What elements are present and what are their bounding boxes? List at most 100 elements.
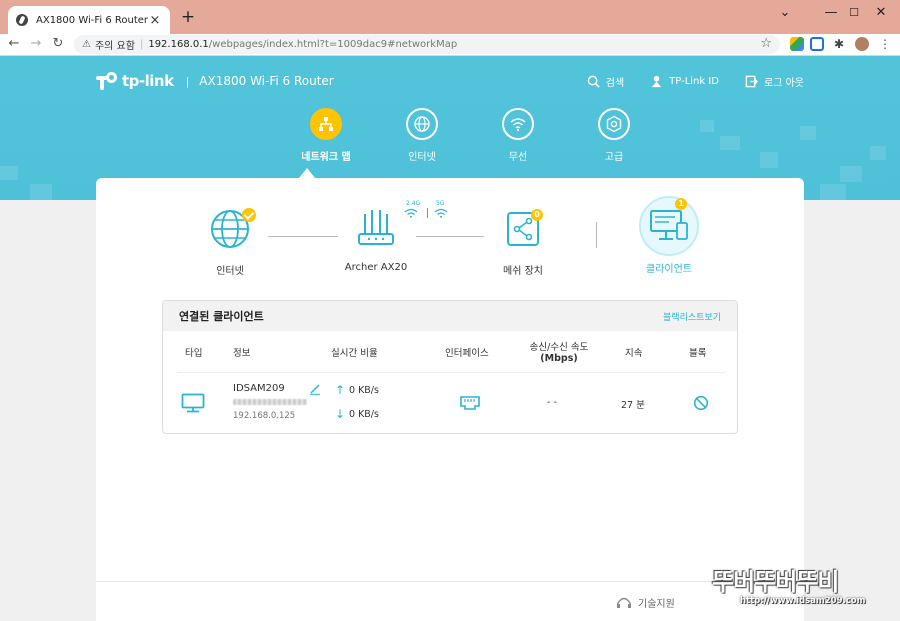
browser-tab-strip: AX1800 Wi-Fi 6 Router × + ⌄ — ☐ ✕ [0, 0, 900, 34]
band-separator [427, 208, 428, 218]
profile-avatar[interactable] [855, 37, 869, 51]
forward-icon[interactable]: → [26, 34, 46, 54]
table-header: 타입 정보 실시간 비율 인터페이스 송신/수신 속도 (Mbps) 지속 블록 [177, 341, 725, 373]
desktop-type-icon [181, 393, 205, 413]
support-link[interactable]: 기술지원 [616, 595, 675, 610]
search-link[interactable]: 검색 [587, 74, 624, 89]
mac-address-redacted [233, 399, 307, 405]
brand-separator: | [185, 74, 190, 88]
download-arrow-icon: ↓ [335, 407, 346, 421]
network-map-icon [310, 108, 342, 140]
address-bar[interactable]: ⚠ 주의 요함 | 192.168.0.1 /webpages/index.ht… [74, 35, 780, 54]
globe-icon [406, 108, 438, 140]
tab-close-icon[interactable]: × [148, 13, 162, 28]
watermark-text: 뚜버뚜버뚜비 [712, 568, 839, 596]
topology-mesh[interactable]: 0 메쉬 장치 [473, 208, 573, 277]
download-rate: 0 KB/s [349, 409, 379, 420]
omnibox-separator: | [139, 39, 144, 50]
mesh-label: 메쉬 장치 [503, 266, 543, 277]
browser-tab[interactable]: AX1800 Wi-Fi 6 Router × [8, 6, 170, 34]
band-5-label: 5G [436, 200, 445, 207]
logout-link[interactable]: 로그 아웃 [745, 74, 804, 89]
gear-icon [598, 108, 630, 140]
table-row: IDSAM209 192.168.0.125 ↑ 0 KB/s ↓ 0 KB/s… [163, 373, 737, 433]
col-rate: 실시간 비율 [331, 348, 378, 359]
logout-icon [745, 75, 759, 88]
upload-rate: 0 KB/s [349, 385, 379, 396]
bookmark-star-icon[interactable]: ☆ [760, 36, 772, 51]
topology-internet[interactable]: 인터넷 [180, 208, 280, 277]
url-host: 192.168.0.1 [148, 39, 209, 50]
tab-title: AX1800 Wi-Fi 6 Router [36, 14, 148, 26]
col-speed-unit: (Mbps) [540, 353, 578, 364]
tplink-id-label: TP-Link ID [669, 76, 720, 87]
col-interface: 인터페이스 [445, 348, 489, 359]
blacklist-link[interactable]: 블랙리스트보기 [663, 310, 721, 323]
tplink-id-link[interactable]: TP-Link ID [650, 74, 719, 89]
tab-search-icon[interactable]: ⌄ [762, 0, 808, 28]
divider-line [596, 222, 597, 248]
logout-label: 로그 아웃 [764, 78, 804, 89]
col-speed: 송신/수신 속도 (Mbps) [521, 339, 597, 364]
support-label: 기술지원 [638, 599, 675, 610]
close-window-button[interactable]: ✕ [858, 0, 900, 28]
topology-clients[interactable]: 1 클라이언트 [619, 196, 719, 275]
col-duration: 지속 [625, 348, 643, 359]
nav-advanced[interactable]: 고급 [566, 108, 662, 163]
nav-network-map[interactable]: 네트워크 맵 [278, 108, 374, 163]
security-warning-label[interactable]: 주의 요함 [95, 37, 135, 52]
band-24-label: 2.4G [406, 200, 421, 207]
clients-device-icon [650, 210, 688, 240]
col-block: 블록 [689, 348, 707, 359]
mesh-count-badge: 0 [531, 209, 543, 221]
router-model: AX1800 Wi-Fi 6 Router [199, 74, 334, 88]
nav-label: 고급 [604, 152, 624, 163]
clients-label: 클라이언트 [646, 264, 692, 275]
headset-icon [617, 597, 631, 608]
nav-internet[interactable]: 인터넷 [374, 108, 470, 163]
clients-count-badge: 1 [675, 198, 687, 210]
nav-label: 네트워크 맵 [301, 152, 351, 163]
header-links: 검색 TP-Link ID 로그 아웃 [587, 74, 804, 89]
search-label: 검색 [605, 78, 625, 89]
panel-header: 연결된 클라이언트 블랙리스트보기 [163, 301, 737, 331]
brand-logo-text: tp-link [122, 72, 174, 90]
col-speed-label: 송신/수신 속도 [529, 342, 589, 353]
wifi-5-icon [434, 208, 448, 218]
active-nav-caret [299, 168, 315, 178]
tp-link-logo-icon [96, 70, 118, 92]
nav-wireless[interactable]: 무선 [470, 108, 566, 163]
connected-clients-panel: 연결된 클라이언트 블랙리스트보기 타입 정보 실시간 비율 인터페이스 송신/… [162, 300, 738, 434]
router-icon [358, 210, 394, 245]
nav-label: 인터넷 [408, 152, 436, 163]
reload-icon[interactable]: ↻ [48, 34, 68, 54]
nav-label: 무선 [508, 152, 528, 163]
watermark: 뚜버뚜버뚜비 http://www.idsam209.com [708, 560, 900, 621]
drive-extension-icon[interactable] [790, 37, 804, 51]
search-icon [587, 75, 600, 88]
menu-kebab-icon[interactable]: ⋮ [878, 37, 892, 51]
panel-title: 연결된 클라이언트 [179, 310, 264, 323]
url-path: /webpages/index.html?t=1009dac9#networkM… [208, 39, 458, 50]
extensions-puzzle-icon[interactable]: ✱ [832, 37, 846, 51]
client-name: IDSAM209 [233, 383, 285, 394]
page-footer: 기술지원 [96, 581, 804, 621]
brand: tp-link | AX1800 Wi-Fi 6 Router [96, 70, 334, 92]
connection-duration: 27 분 [621, 400, 645, 411]
wifi-24-icon [404, 208, 418, 218]
block-client-icon[interactable] [693, 395, 709, 411]
upload-arrow-icon: ↑ [335, 383, 346, 397]
back-icon[interactable]: ← [4, 34, 24, 54]
checkbox-extension-icon[interactable] [810, 37, 824, 51]
edit-pencil-icon[interactable] [309, 383, 321, 395]
col-info: 정보 [233, 348, 251, 359]
new-tab-button[interactable]: + [178, 7, 198, 27]
link-speed: - - [547, 397, 557, 408]
connected-check-icon [242, 208, 256, 222]
router-label: Archer AX20 [344, 262, 408, 273]
network-topology: 인터넷 Archer AX20 2.4G 5G 0 메쉬 장치 1 클라이언트 [96, 196, 804, 288]
main-navigation: 네트워크 맵 인터넷 무선 고급 [278, 108, 662, 163]
warning-icon[interactable]: ⚠ [82, 39, 91, 50]
client-ip: 192.168.0.125 [233, 411, 296, 421]
user-id-icon [652, 75, 662, 88]
